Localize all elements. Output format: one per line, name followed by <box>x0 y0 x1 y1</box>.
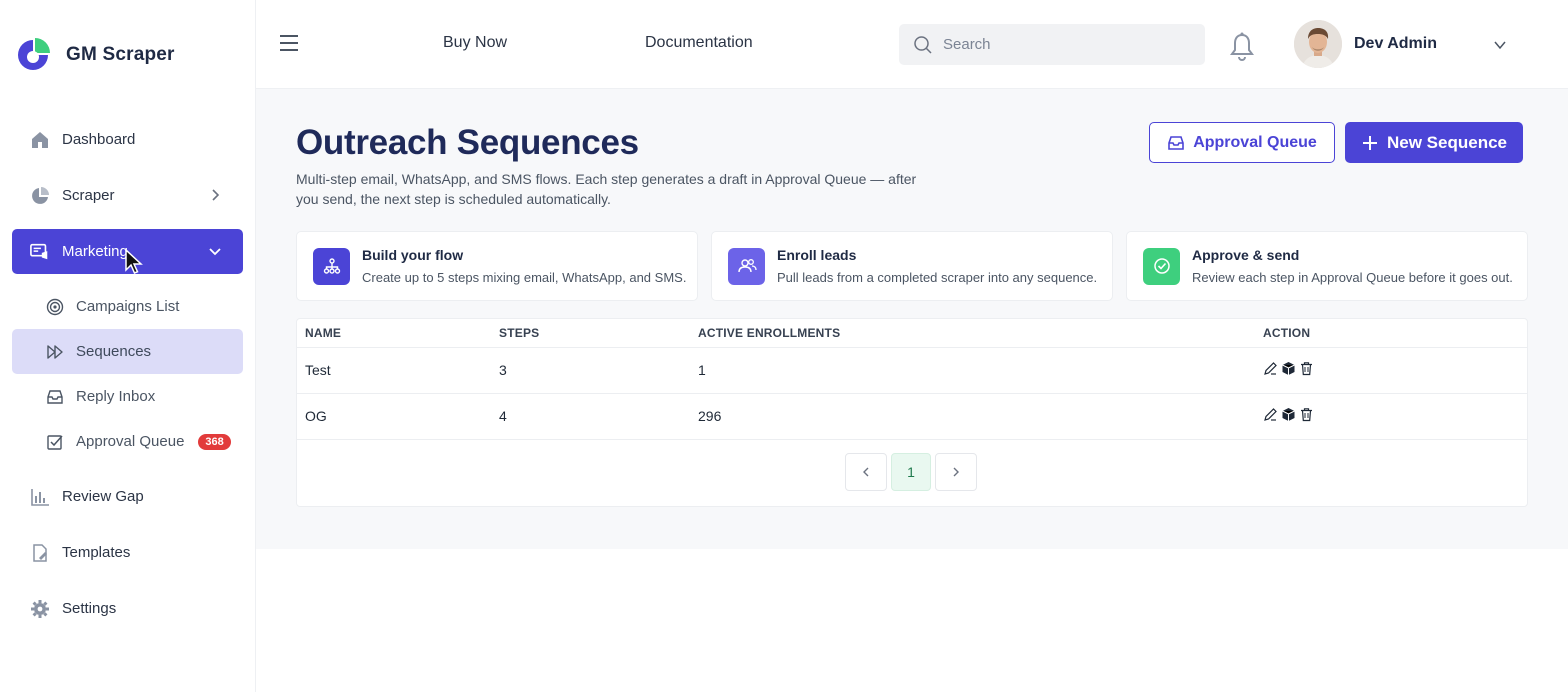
sidebar-item-templates[interactable]: Templates <box>12 530 243 575</box>
sidebar-item-label: Settings <box>62 600 117 617</box>
column-header-steps[interactable]: STEPS <box>499 326 539 340</box>
user-name: Dev Admin <box>1354 35 1437 52</box>
pie-chart-icon <box>30 186 50 206</box>
notification-bell-icon[interactable] <box>1230 32 1254 62</box>
new-sequence-button-label: New Sequence <box>1387 132 1507 152</box>
sidebar-item-label: Templates <box>62 544 131 561</box>
search-input[interactable] <box>943 36 1183 53</box>
sidebar-item-scraper[interactable]: Scraper <box>12 173 243 218</box>
next-page-button[interactable] <box>935 453 977 491</box>
page-description: Multi-step email, WhatsApp, and SMS flow… <box>296 171 917 207</box>
sidebar-item-label: Dashboard <box>62 131 136 148</box>
app: GM Scraper Dashboard Scraper Marketing C… <box>0 0 1568 692</box>
info-card-approve-send: Approve & send Review each step in Appro… <box>1126 231 1528 301</box>
sidebar-subitem-label: Sequences <box>76 343 152 360</box>
sidebar-item-sequences[interactable]: Sequences <box>12 329 243 374</box>
info-card-build-flow: Build your flow Create up to 5 steps mix… <box>296 231 698 301</box>
brand[interactable]: GM Scraper <box>16 38 175 72</box>
bar-chart-icon <box>30 487 50 507</box>
page-button-current[interactable]: 1 <box>891 453 931 491</box>
sidebar: GM Scraper Dashboard Scraper Marketing C… <box>0 0 256 692</box>
avatar <box>1294 20 1342 68</box>
home-icon <box>30 130 50 150</box>
flow-icon <box>313 247 350 285</box>
row-actions <box>1263 361 1314 376</box>
sequence-steps: 4 <box>499 408 507 424</box>
card-title: Build your flow <box>362 247 464 263</box>
page-title: Outreach Sequences <box>296 123 639 162</box>
brand-logo-icon <box>18 38 50 70</box>
column-header-action: ACTION <box>1263 326 1311 340</box>
box-icon[interactable] <box>1281 407 1296 422</box>
mouse-cursor-icon <box>125 248 143 274</box>
sequence-name: OG <box>305 408 327 424</box>
checkbox-icon <box>46 433 64 451</box>
edit-icon[interactable] <box>1263 361 1278 376</box>
chevron-right-icon <box>953 467 959 477</box>
box-icon[interactable] <box>1281 361 1296 376</box>
sidebar-item-label: Marketing <box>62 243 128 260</box>
main-content: Outreach Sequences Multi-step email, Wha… <box>256 89 1568 549</box>
card-subtitle: Create up to 5 steps mixing email, Whats… <box>362 270 687 285</box>
trash-icon[interactable] <box>1299 407 1314 422</box>
sequence-name: Test <box>305 362 331 378</box>
prev-page-button[interactable] <box>845 453 887 491</box>
edit-icon[interactable] <box>1263 407 1278 422</box>
sidebar-item-label: Scraper <box>62 187 115 204</box>
sidebar-item-label: Review Gap <box>62 488 144 505</box>
sidebar-item-settings[interactable]: Settings <box>12 586 243 631</box>
inbox-icon <box>1168 135 1185 150</box>
sequence-steps: 3 <box>499 362 507 378</box>
sidebar-subitem-label: Campaigns List <box>76 298 180 315</box>
documentation-link[interactable]: Documentation <box>645 34 753 52</box>
chevron-left-icon <box>863 467 869 477</box>
card-subtitle: Review each step in Approval Queue befor… <box>1192 270 1513 285</box>
column-header-name[interactable]: NAME <box>305 326 341 340</box>
gear-icon <box>30 599 50 619</box>
approval-count-badge: 368 <box>198 433 231 450</box>
document-edit-icon <box>30 543 50 563</box>
check-circle-icon <box>1143 247 1180 285</box>
chevron-down-icon <box>209 248 221 256</box>
pagination: 1 <box>845 453 977 491</box>
chevron-right-icon <box>212 189 220 201</box>
sidebar-item-review-gap[interactable]: Review Gap <box>12 474 243 519</box>
sequence-active-enrollments: 1 <box>698 362 706 378</box>
column-header-active-enrollments[interactable]: ACTIVE ENROLLMENTS <box>698 326 840 340</box>
sidebar-item-reply-inbox[interactable]: Reply Inbox <box>12 374 243 419</box>
inbox-icon <box>46 388 64 406</box>
sidebar-item-approval-queue[interactable]: Approval Queue 368 <box>12 419 243 464</box>
user-menu[interactable]: Dev Admin <box>1294 20 1437 68</box>
target-icon <box>46 298 64 316</box>
trash-icon[interactable] <box>1299 361 1314 376</box>
topbar: Buy Now Documentation Dev Admin <box>256 0 1568 89</box>
sidebar-subitem-label: Approval Queue <box>76 433 185 450</box>
users-icon <box>728 247 765 285</box>
table-row[interactable]: Test 3 1 <box>297 348 1527 394</box>
search-box[interactable] <box>899 24 1205 65</box>
fast-forward-icon <box>46 343 64 361</box>
card-subtitle: Pull leads from a completed scraper into… <box>777 270 1098 285</box>
sidebar-item-campaigns-list[interactable]: Campaigns List <box>12 284 243 329</box>
sequence-active-enrollments: 296 <box>698 408 722 424</box>
card-title: Approve & send <box>1192 247 1300 263</box>
row-actions <box>1263 407 1314 422</box>
new-sequence-button[interactable]: New Sequence <box>1345 122 1523 163</box>
table-header: NAME STEPS ACTIVE ENROLLMENTS ACTION <box>297 319 1527 348</box>
chevron-down-icon[interactable] <box>1493 38 1507 52</box>
plus-icon <box>1363 135 1377 150</box>
sidebar-item-dashboard[interactable]: Dashboard <box>12 117 243 162</box>
menu-toggle-icon[interactable] <box>280 35 298 51</box>
approval-queue-button[interactable]: Approval Queue <box>1149 122 1335 163</box>
sidebar-subitem-label: Reply Inbox <box>76 388 156 405</box>
search-icon <box>914 35 932 54</box>
card-title: Enroll leads <box>777 247 857 263</box>
buy-now-link[interactable]: Buy Now <box>443 34 507 52</box>
info-card-enroll-leads: Enroll leads Pull leads from a completed… <box>711 231 1113 301</box>
sequences-table: NAME STEPS ACTIVE ENROLLMENTS ACTION Tes… <box>296 318 1528 507</box>
table-row[interactable]: OG 4 296 <box>297 394 1527 440</box>
brand-name: GM Scraper <box>66 44 175 65</box>
approval-queue-button-label: Approval Queue <box>1193 133 1317 151</box>
marketing-icon <box>30 242 50 262</box>
